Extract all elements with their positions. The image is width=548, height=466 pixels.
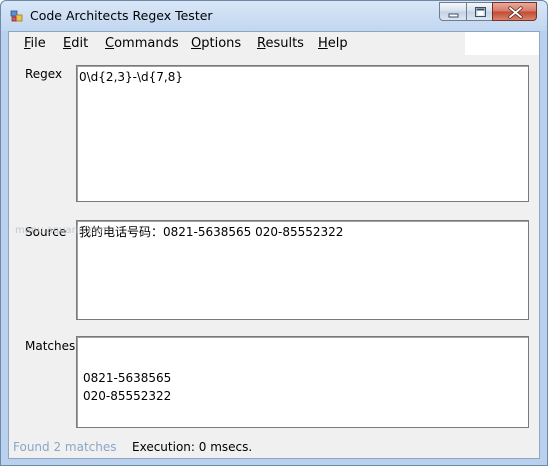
status-bar: Found 2 matches Execution: 0 msecs. [9, 436, 539, 458]
menu-results[interactable]: Results [257, 36, 304, 51]
menu-commands-accel: C [105, 36, 115, 51]
menu-edit[interactable]: Edit [63, 36, 88, 51]
regex-input[interactable]: 0\d{2,3}-\d{7,8} [76, 65, 529, 202]
menu-options-accel: O [191, 36, 202, 51]
close-icon [508, 6, 523, 19]
app-window: Code Architects Regex Tester File Edit C… [0, 0, 548, 466]
minimize-button[interactable] [439, 2, 467, 21]
minimize-icon [448, 13, 459, 18]
menu-help-label: elp [327, 36, 348, 51]
matches-output[interactable]: 0821-5638565 020-85552322 [76, 336, 529, 428]
maximize-icon [475, 7, 486, 17]
menu-help-accel: H [318, 36, 328, 51]
status-execution: Execution: 0 msecs. [132, 440, 253, 454]
window-title: Code Architects Regex Tester [30, 8, 213, 23]
regex-value: 0\d{2,3}-\d{7,8} [79, 70, 183, 84]
client-area: File Edit Commands Options Results Help … [8, 31, 540, 459]
menu-file[interactable]: File [24, 36, 46, 51]
menu-file-label: ile [30, 36, 46, 51]
menu-edit-accel: E [63, 36, 72, 51]
match-item: 020-85552322 [83, 389, 172, 403]
source-value: 我的电话号码：0821-5638565 020-85552322 [79, 225, 344, 239]
menu-bar-filler [465, 32, 539, 55]
menu-commands[interactable]: Commands [105, 36, 179, 51]
menu-bar: File Edit Commands Options Results Help [9, 32, 539, 55]
menu-options-label: ptions [201, 36, 242, 51]
menu-results-label: esults [265, 36, 304, 51]
menu-options[interactable]: Options [191, 36, 241, 51]
matches-label: Matches [25, 339, 76, 353]
menu-edit-label: dit [71, 36, 89, 51]
source-input[interactable]: 我的电话号码：0821-5638565 020-85552322 [76, 220, 529, 320]
status-found: Found 2 matches [13, 440, 117, 454]
maximize-button[interactable] [466, 2, 493, 21]
app-icon [10, 10, 23, 22]
close-button[interactable] [492, 2, 537, 21]
watermark-text: manu.aquariu.com [15, 225, 110, 236]
title-bar[interactable]: Code Architects Regex Tester [1, 1, 547, 31]
match-item: 0821-5638565 [83, 371, 172, 385]
menu-commands-label: ommands [114, 36, 179, 51]
regex-label: Regex [25, 67, 63, 81]
menu-help[interactable]: Help [318, 36, 348, 51]
